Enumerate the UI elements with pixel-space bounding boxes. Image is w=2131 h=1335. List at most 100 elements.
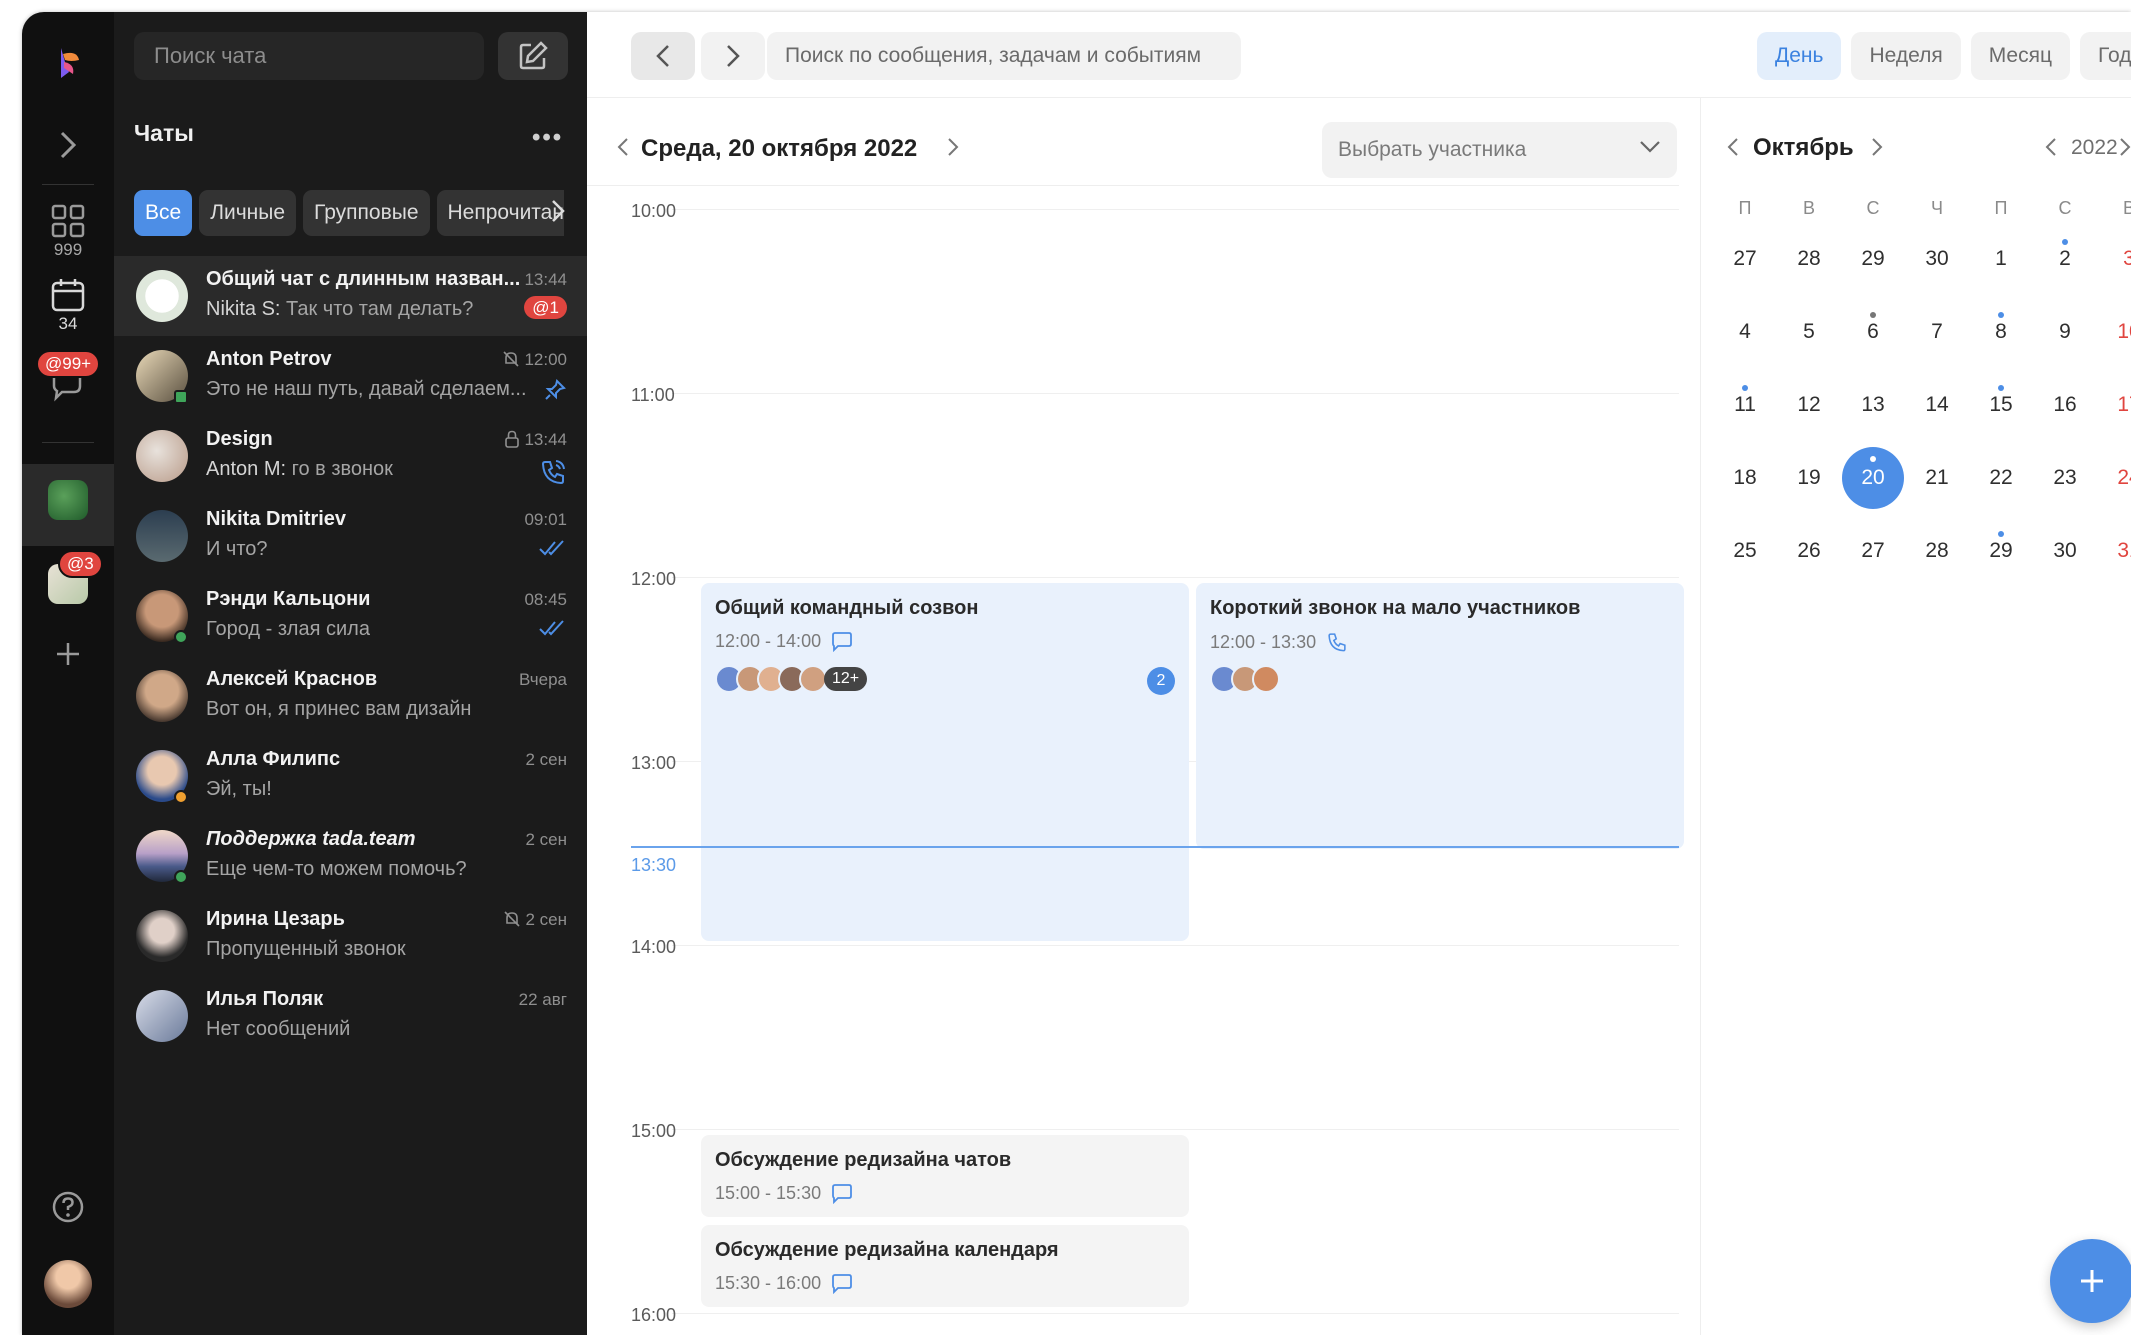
muted-bell-icon: [503, 351, 520, 367]
forward-button[interactable]: [701, 32, 765, 80]
next-day-button[interactable]: [947, 136, 959, 163]
calendar-day[interactable]: 11: [1714, 374, 1776, 436]
view-tab-year[interactable]: Год: [2080, 32, 2131, 80]
next-month-button[interactable]: [1871, 136, 1883, 163]
chat-list-item[interactable]: Design Anton M: го в звонок 13:44: [114, 416, 587, 496]
chevron-right-icon: [727, 45, 740, 67]
calendar-day[interactable]: 29: [1842, 228, 1904, 290]
workspace-avatar[interactable]: [48, 480, 88, 520]
calendar-day[interactable]: 2: [2034, 228, 2096, 290]
calendar-day[interactable]: 12: [1778, 374, 1840, 436]
calendar-day[interactable]: 9: [2034, 301, 2096, 363]
chat-list-item[interactable]: Общий чат с длинным назван... Nikita S: …: [114, 256, 587, 336]
calendar-day[interactable]: 16: [2034, 374, 2096, 436]
calendar-day[interactable]: 15: [1970, 374, 2032, 436]
calendar-day[interactable]: 27: [1842, 520, 1904, 582]
online-indicator: [174, 870, 188, 884]
calendar-day[interactable]: 26: [1778, 520, 1840, 582]
help-button[interactable]: [22, 1190, 114, 1224]
mention-badge: @1: [524, 296, 567, 319]
chat-time: 22 авг: [518, 990, 567, 1009]
calendar-day[interactable]: 18: [1714, 447, 1776, 509]
chats-badge: @99+: [36, 350, 101, 378]
compose-button[interactable]: [498, 32, 568, 80]
chat-list-item[interactable]: Anton Petrov Это не наш путь, давай сдел…: [114, 336, 587, 416]
calendar-day[interactable]: 27: [1714, 228, 1776, 290]
calendar-day[interactable]: 29: [1970, 520, 2032, 582]
add-workspace-button[interactable]: [22, 640, 114, 668]
chat-list-item[interactable]: Рэнди Кальцони Город - злая сила 08:45: [114, 576, 587, 656]
view-tab-day[interactable]: День: [1757, 32, 1842, 80]
compose-icon: [519, 41, 548, 70]
calendar-day[interactable]: 8: [1970, 301, 2032, 363]
muted-bell-icon: [504, 911, 521, 927]
profile-avatar[interactable]: [44, 1260, 92, 1308]
calendar-event[interactable]: Общий командный созвон 12:00 - 14:00 12+…: [701, 583, 1189, 941]
current-time-line: [631, 846, 1679, 848]
calendar-day[interactable]: 13: [1842, 374, 1904, 436]
weekday-label: С: [1866, 198, 1880, 218]
chat-name: Общий чат с длинным назван...: [206, 268, 521, 290]
next-year-button[interactable]: [2119, 136, 2131, 163]
participant-select[interactable]: Выбрать участника: [1322, 122, 1677, 178]
calendar-day[interactable]: 28: [1778, 228, 1840, 290]
filter-unread[interactable]: Непрочитанные: [436, 190, 564, 236]
chat-name: Илья Поляк: [206, 988, 324, 1010]
filter-group[interactable]: Групповые: [303, 190, 430, 236]
chat-list-item[interactable]: Алла Филипс Эй, ты! 2 сен: [114, 736, 587, 816]
chat-list-item[interactable]: Алексей Краснов Вот он, я принес вам диз…: [114, 656, 587, 736]
prev-month-button[interactable]: [1727, 136, 1739, 163]
calendar-day[interactable]: 7: [1906, 301, 1968, 363]
calendar-day[interactable]: 30: [1906, 228, 1968, 290]
chat-name: Алексей Краснов: [206, 668, 378, 690]
calendar-event[interactable]: Обсуждение редизайна календаря 15:30 - 1…: [701, 1225, 1189, 1307]
chevron-left-icon: [656, 45, 669, 67]
calendar-day[interactable]: 24: [2098, 447, 2131, 509]
calendar-day[interactable]: 23: [2034, 447, 2096, 509]
grid-icon: [51, 204, 85, 238]
chat-list-item[interactable]: Ирина Цезарь Пропущенный звонок 2 сен: [114, 896, 587, 976]
more-options-button[interactable]: •••: [532, 124, 563, 152]
calendar-day[interactable]: 22: [1970, 447, 2032, 509]
calendar-day[interactable]: 5: [1778, 301, 1840, 363]
filter-all[interactable]: Все: [134, 190, 193, 236]
prev-day-button[interactable]: [617, 136, 629, 163]
calendar-day[interactable]: 19: [1778, 447, 1840, 509]
mini-calendar-year: 2022: [2071, 136, 2118, 159]
app-logo[interactable]: [22, 44, 114, 84]
calendar-day[interactable]: 3: [2098, 228, 2131, 290]
calendar-day[interactable]: 30: [2034, 520, 2096, 582]
chat-search-input[interactable]: Поиск чата: [134, 32, 484, 80]
calendar-day[interactable]: 4: [1714, 301, 1776, 363]
calendar-day[interactable]: 14: [1906, 374, 1968, 436]
calendar-day[interactable]: 31: [2098, 520, 2131, 582]
mini-calendar-month: Октябрь: [1753, 134, 1854, 161]
calendar-event[interactable]: Короткий звонок на мало участников 12:00…: [1196, 583, 1684, 849]
expand-rail-button[interactable]: [22, 130, 114, 160]
calendar-day[interactable]: 17: [2098, 374, 2131, 436]
chat-list-item[interactable]: Илья Поляк Нет сообщений 22 авг: [114, 976, 587, 1056]
filters-next-button[interactable]: [550, 198, 566, 229]
calendar-day[interactable]: 6: [1842, 301, 1904, 363]
calendar-day[interactable]: 25: [1714, 520, 1776, 582]
view-tab-month[interactable]: Месяц: [1970, 32, 2071, 80]
filter-personal[interactable]: Личные: [199, 190, 297, 236]
calendar-day[interactable]: 10: [2098, 301, 2131, 363]
prev-year-button[interactable]: [2045, 136, 2057, 163]
calendar-event[interactable]: Обсуждение редизайна чатов 15:00 - 15:30: [701, 1135, 1189, 1217]
chat-list-item[interactable]: Поддержка tada.team Еще чем-то можем пом…: [114, 816, 587, 896]
extra-attendees-count: 12+: [824, 667, 868, 691]
calendar-day[interactable]: 28: [1906, 520, 1968, 582]
chevron-left-icon: [617, 138, 628, 156]
calendar-button[interactable]: 34: [22, 278, 114, 334]
global-search-input[interactable]: Поиск по сообщения, задачам и событиям: [767, 32, 1241, 80]
view-tab-week[interactable]: Неделя: [1851, 32, 1961, 80]
online-indicator: [174, 630, 188, 644]
event-dot: [1870, 312, 1876, 318]
calendar-day[interactable]: 21: [1906, 447, 1968, 509]
chat-list-item[interactable]: Nikita Dmitriev И что? 09:01: [114, 496, 587, 576]
create-event-button[interactable]: [2050, 1239, 2131, 1323]
calendar-day[interactable]: 1: [1970, 228, 2032, 290]
back-button[interactable]: [631, 32, 695, 80]
apps-button[interactable]: 999: [22, 204, 114, 260]
